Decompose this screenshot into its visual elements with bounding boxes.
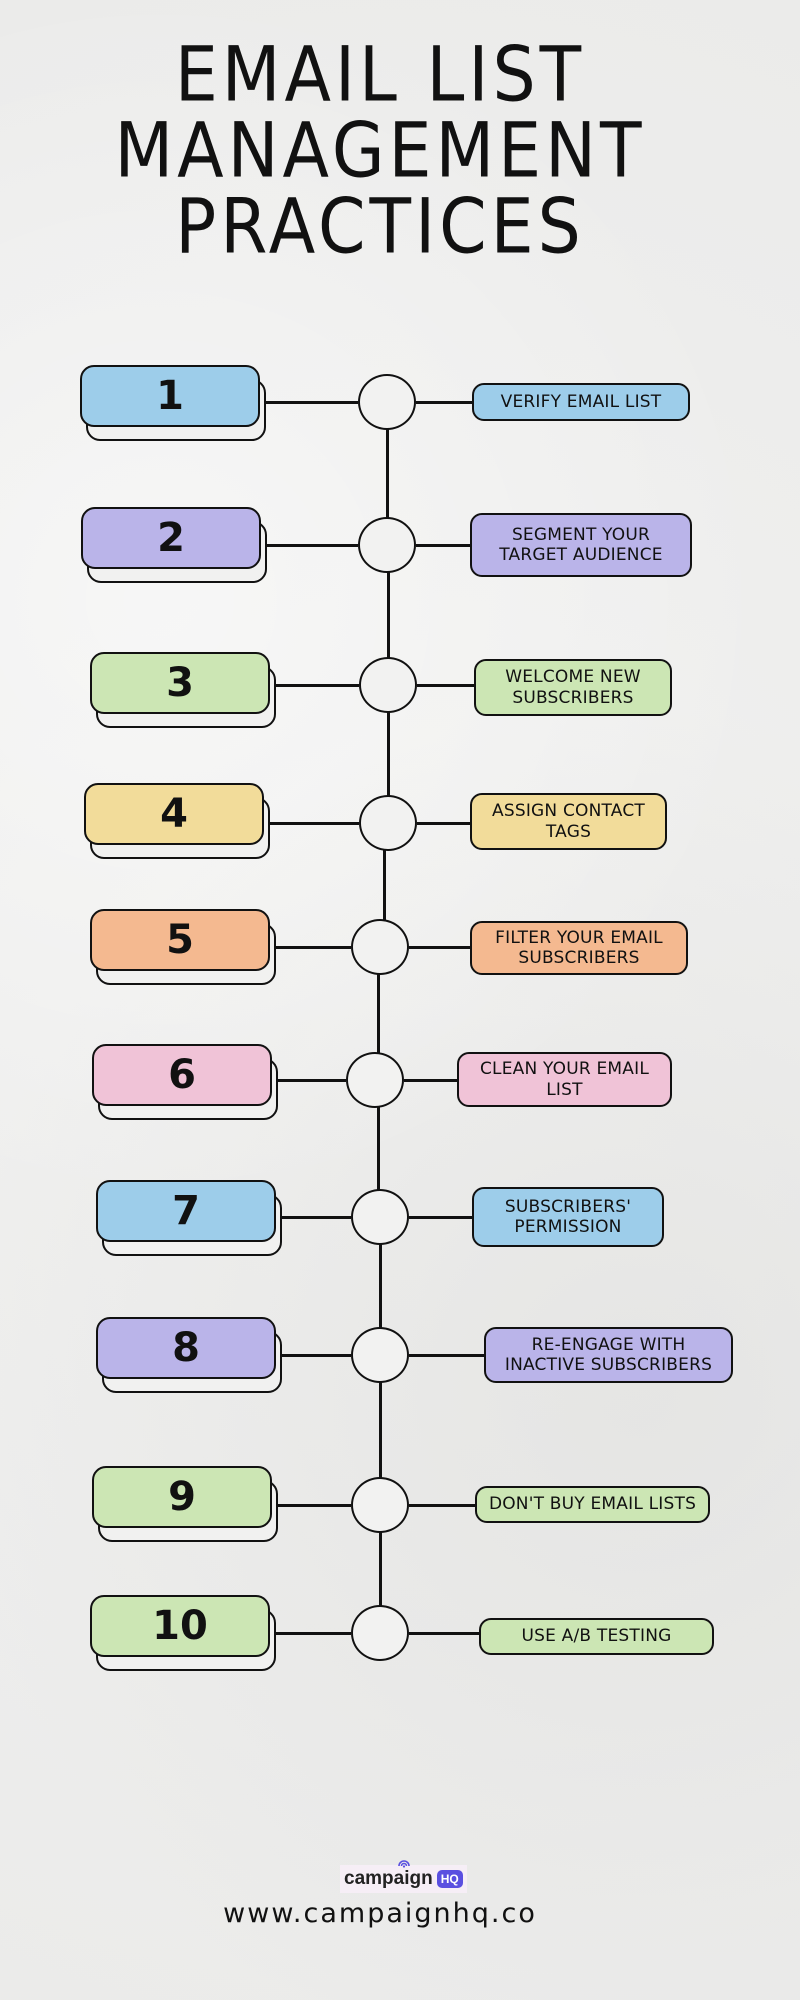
connector-left (282, 1216, 351, 1219)
connector-right (416, 401, 472, 404)
connector-right (404, 1079, 457, 1082)
step-number: 4 (84, 783, 264, 845)
step-number-card: 3 (90, 652, 276, 728)
title-line-1: EMAIL LIST (174, 31, 586, 120)
connector-left (282, 1354, 351, 1357)
timeline-node (358, 517, 416, 573)
step-label: WELCOME NEW SUBSCRIBERS (474, 659, 672, 716)
title-line-2: MANAGEMENT (114, 107, 646, 196)
connector-right (416, 544, 470, 547)
website-url[interactable]: www.campaignhq.co (0, 1898, 760, 1929)
connector-left (276, 684, 359, 687)
timeline-node (351, 1327, 409, 1383)
step-number: 7 (96, 1180, 276, 1242)
step-number: 5 (90, 909, 270, 971)
timeline-spine-segment (383, 849, 386, 921)
timeline-node (358, 374, 416, 430)
step-number-card: 7 (96, 1180, 282, 1256)
logo-badge: HQ (436, 1870, 463, 1888)
connector-right (417, 822, 470, 825)
step-number-card: 4 (84, 783, 270, 859)
step-number: 6 (92, 1044, 272, 1106)
timeline-spine-segment (386, 428, 389, 519)
timeline-spine-segment (379, 1531, 382, 1607)
connector-left (278, 1504, 351, 1507)
connector-right (409, 946, 470, 949)
timeline-spine-segment (379, 1381, 382, 1479)
step-number: 1 (80, 365, 260, 427)
timeline-spine-segment (387, 711, 390, 797)
connector-left (266, 401, 358, 404)
logo-wordmark: campaign (344, 1860, 433, 1890)
timeline-spine-segment (387, 571, 390, 659)
timeline-node (351, 1477, 409, 1533)
step-number-card: 2 (81, 507, 267, 583)
step-number: 2 (81, 507, 261, 569)
step-number: 9 (92, 1466, 272, 1528)
step-number: 3 (90, 652, 270, 714)
step-label: SUBSCRIBERS' PERMISSION (472, 1187, 664, 1247)
step-label: ASSIGN CONTACT TAGS (470, 793, 667, 850)
step-label: USE A/B TESTING (479, 1618, 714, 1655)
connector-right (409, 1632, 479, 1635)
connector-left (267, 544, 358, 547)
broadcast-signal-icon (398, 1860, 410, 1868)
timeline-node (359, 657, 417, 713)
timeline-spine-segment (377, 1106, 380, 1191)
step-number-card: 9 (92, 1466, 278, 1542)
step-number: 10 (90, 1595, 270, 1657)
step-label: SEGMENT YOUR TARGET AUDIENCE (470, 513, 692, 577)
connector-right (409, 1504, 475, 1507)
step-label: CLEAN YOUR EMAIL LIST (457, 1052, 672, 1107)
timeline-node (359, 795, 417, 851)
logo-word-text: campaign (344, 1868, 433, 1889)
step-number-card: 8 (96, 1317, 282, 1393)
timeline-node (351, 1189, 409, 1245)
title-line-3: PRACTICES (175, 183, 585, 272)
connector-left (270, 822, 359, 825)
connector-right (409, 1354, 484, 1357)
connector-right (417, 684, 474, 687)
campaignhq-logo[interactable]: campaign HQ (340, 1860, 467, 1893)
step-number-card: 10 (90, 1595, 276, 1671)
connector-left (276, 1632, 351, 1635)
connector-left (276, 946, 351, 949)
timeline-node (351, 1605, 409, 1661)
step-number-card: 1 (80, 365, 266, 441)
connector-right (409, 1216, 472, 1219)
step-label: VERIFY EMAIL LIST (472, 383, 690, 421)
step-label: RE-ENGAGE WITH INACTIVE SUBSCRIBERS (484, 1327, 733, 1383)
step-label: DON'T BUY EMAIL LISTS (475, 1486, 710, 1523)
connector-left (278, 1079, 346, 1082)
step-number-card: 6 (92, 1044, 278, 1120)
step-label: FILTER YOUR EMAIL SUBSCRIBERS (470, 921, 688, 975)
timeline-node (346, 1052, 404, 1108)
timeline-spine-segment (379, 1243, 382, 1329)
step-number: 8 (96, 1317, 276, 1379)
step-number-card: 5 (90, 909, 276, 985)
timeline-spine-segment (377, 973, 380, 1054)
timeline-node (351, 919, 409, 975)
